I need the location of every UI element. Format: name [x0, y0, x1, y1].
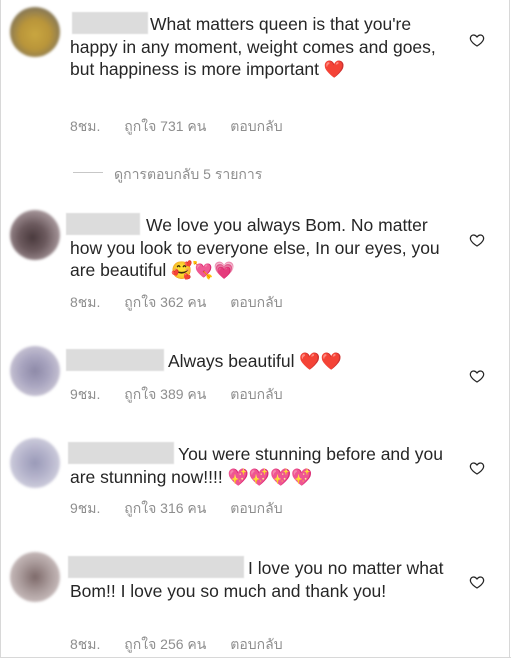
reply-button[interactable]: ตอบกลับ [230, 636, 282, 652]
emoji: ❤️❤️ [299, 352, 342, 371]
like-count[interactable]: ถูกใจ 362 คน [124, 294, 206, 310]
frame-right-border [509, 0, 510, 658]
timestamp: 9ชม. [70, 386, 101, 402]
comment-meta: 8ชม. ถูกใจ 256 คน ตอบกลับ [70, 634, 303, 656]
timestamp: 8ชม. [70, 294, 101, 310]
comment-meta: 9ชม. ถูกใจ 316 คน ตอบกลับ [70, 498, 303, 520]
comment-meta: 8ชม. ถูกใจ 362 คน ตอบกลับ [70, 292, 303, 314]
reply-button[interactable]: ตอบกลับ [230, 294, 282, 310]
view-replies-link[interactable]: ดูการตอบกลับ 5 รายการ [114, 164, 262, 186]
avatar[interactable] [10, 7, 60, 57]
heart-outline-icon[interactable] [469, 368, 485, 384]
replies-divider [73, 172, 103, 173]
reply-button[interactable]: ตอบกลับ [230, 118, 282, 134]
avatar[interactable] [10, 552, 60, 602]
like-count[interactable]: ถูกใจ 256 คน [124, 636, 206, 652]
reply-button[interactable]: ตอบกลับ [230, 500, 282, 516]
like-count[interactable]: ถูกใจ 731 คน [124, 118, 206, 134]
like-count[interactable]: ถูกใจ 389 คน [124, 386, 206, 402]
heart-outline-icon[interactable] [469, 232, 485, 248]
like-count[interactable]: ถูกใจ 316 คน [124, 500, 206, 516]
timestamp: 8ชม. [70, 118, 101, 134]
comment-text: You were stunning before and you are stu… [70, 444, 443, 487]
comment-meta: 9ชม. ถูกใจ 389 คน ตอบกลับ [70, 384, 303, 406]
reply-button[interactable]: ตอบกลับ [230, 386, 282, 402]
timestamp: 8ชม. [70, 636, 101, 652]
heart-outline-icon[interactable] [469, 32, 485, 48]
avatar[interactable] [10, 438, 60, 488]
avatar[interactable] [10, 346, 60, 396]
emoji: 💖💖💖💖 [227, 467, 313, 487]
comment-text: We love you always Bom. No matter how yo… [70, 215, 440, 280]
emoji: 🥰💘💗 [171, 261, 235, 280]
comment-meta: 8ชม. ถูกใจ 731 คน ตอบกลับ [70, 116, 303, 138]
avatar[interactable] [10, 210, 60, 260]
timestamp: 9ชม. [70, 500, 101, 516]
frame-left-border [0, 0, 1, 658]
comment-text: Always beautiful ❤️❤️ [168, 351, 342, 371]
comment-text: I love you no matter what Bom!! I love y… [70, 558, 444, 601]
heart-outline-icon[interactable] [469, 460, 485, 476]
comment-text: What matters queen is that you're happy … [70, 14, 436, 79]
heart-outline-icon[interactable] [469, 574, 485, 590]
emoji: ❤️ [323, 60, 346, 79]
